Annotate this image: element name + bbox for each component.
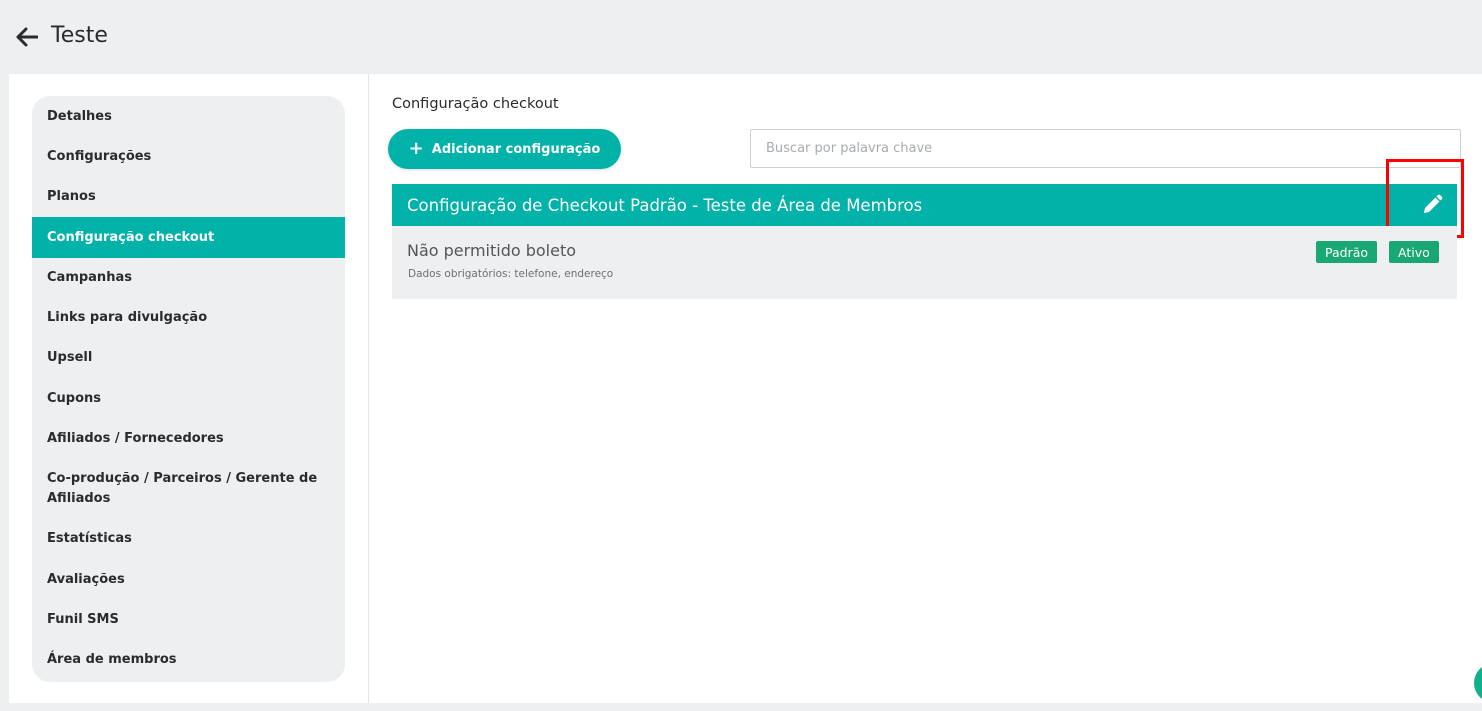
top-bar: Teste <box>0 0 1482 74</box>
sidebar-item-campanhas[interactable]: Campanhas <box>32 268 345 288</box>
status-badge: Ativo <box>1389 241 1439 263</box>
search-input[interactable] <box>750 129 1461 168</box>
sidebar-item-detalhes[interactable]: Detalhes <box>32 107 345 127</box>
sidebar-item-planos[interactable]: Planos <box>32 187 345 207</box>
sidebar-item-afiliados-fornecedores[interactable]: Afiliados / Fornecedores <box>32 429 345 449</box>
config-details: Dados obrigatórios: telefone, endereço <box>408 268 614 280</box>
sidebar-item-area-membros[interactable]: Área de membros <box>32 650 345 670</box>
plus-icon: + <box>408 138 424 159</box>
page-title: Teste <box>51 23 108 48</box>
arrow-left-icon[interactable] <box>14 24 40 50</box>
default-badge: Padrão <box>1316 241 1378 263</box>
content-panel: Detalhes Configurações Planos Configuraç… <box>9 74 1482 703</box>
sidebar-nav: Detalhes Configurações Planos Configuraç… <box>32 96 345 682</box>
sidebar-item-configuracao-checkout[interactable]: Configuração checkout <box>32 217 345 258</box>
section-title: Configuração checkout <box>392 96 559 112</box>
sidebar-item-cupons[interactable]: Cupons <box>32 389 345 409</box>
add-configuration-button[interactable]: + Adicionar configuração <box>388 129 621 169</box>
sidebar-item-configuracoes[interactable]: Configurações <box>32 147 345 167</box>
sidebar-item-avaliacoes[interactable]: Avaliações <box>32 570 345 590</box>
sidebar-item-funil-sms[interactable]: Funil SMS <box>32 610 345 630</box>
add-configuration-label: Adicionar configuração <box>431 141 601 157</box>
config-card-header[interactable]: Configuração de Checkout Padrão - Teste … <box>392 184 1457 226</box>
config-name: Não permitido boleto <box>407 241 577 260</box>
sidebar-item-co-producao[interactable]: Co-produção / Parceiros / Gerente de Afi… <box>32 469 345 509</box>
config-card-body: Não permitido boleto Dados obrigatórios:… <box>392 226 1457 299</box>
sidebar-item-estatisticas[interactable]: Estatísticas <box>32 529 345 549</box>
sidebar-column: Detalhes Configurações Planos Configuraç… <box>9 74 369 703</box>
sidebar-item-upsell[interactable]: Upsell <box>32 348 345 368</box>
config-card-title: Configuração de Checkout Padrão - Teste … <box>407 195 923 215</box>
sidebar-item-links-divulgacao[interactable]: Links para divulgação <box>32 308 345 328</box>
